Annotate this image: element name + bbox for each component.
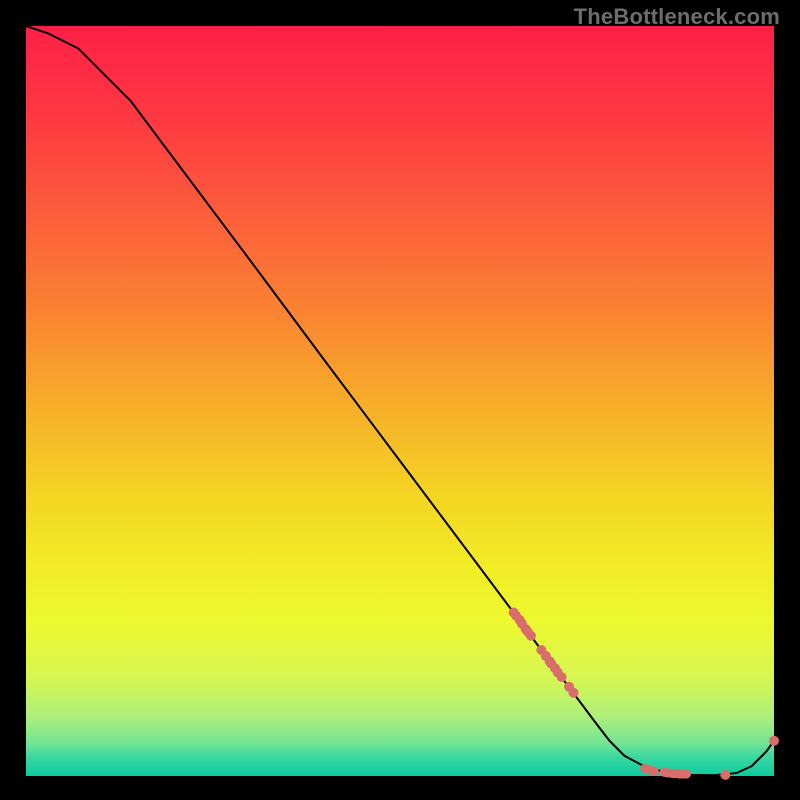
data-point (557, 672, 567, 682)
data-point (682, 770, 691, 779)
chart-root: TheBottleneck.com (0, 0, 800, 800)
plot-background (26, 26, 774, 776)
data-point (650, 767, 659, 776)
data-point (769, 736, 779, 746)
data-point (569, 688, 579, 698)
watermark-text: TheBottleneck.com (574, 4, 780, 30)
data-point (720, 770, 730, 780)
chart-svg (0, 0, 800, 800)
data-point (526, 631, 536, 641)
